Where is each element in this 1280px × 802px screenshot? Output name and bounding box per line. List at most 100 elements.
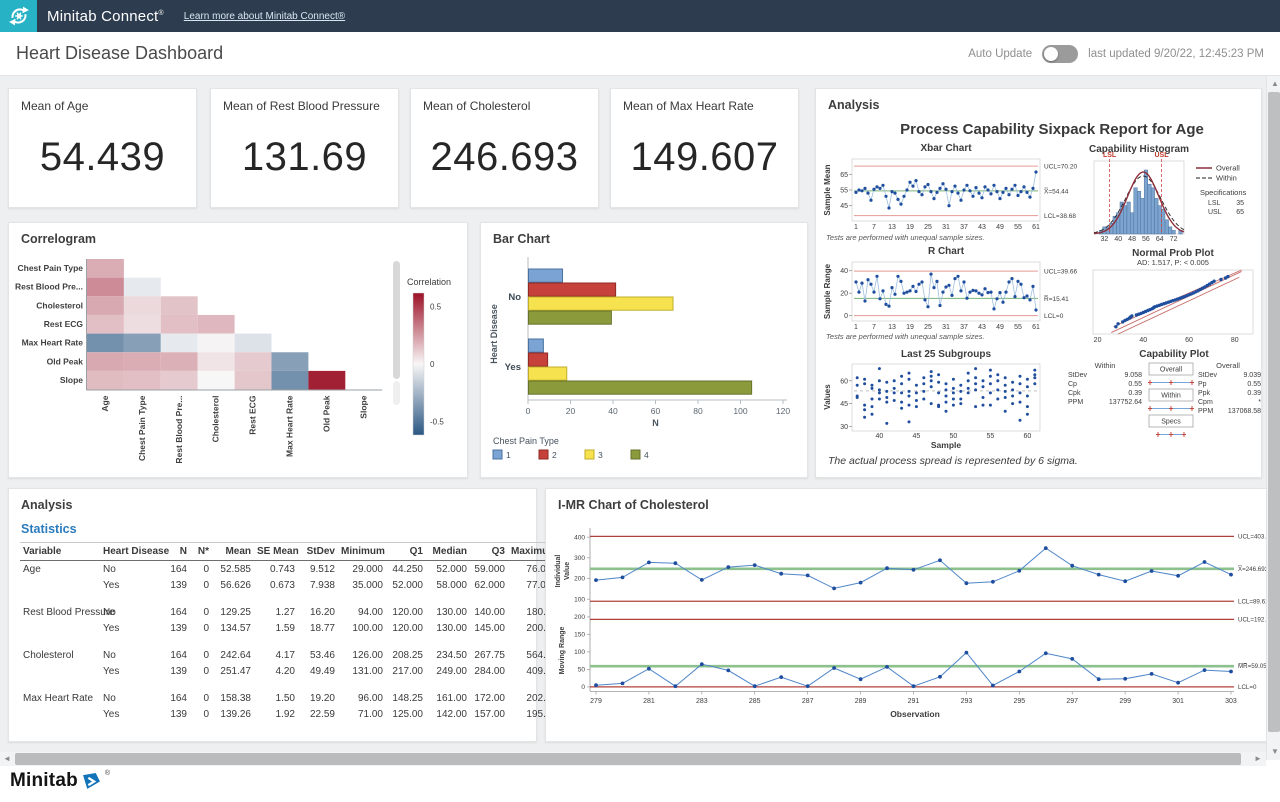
registered-mark: ® — [158, 10, 163, 17]
svg-text:USL: USL — [1208, 209, 1222, 216]
svg-text:32: 32 — [1100, 236, 1108, 243]
svg-text:31: 31 — [942, 324, 950, 331]
svg-text:Chest Pain Type: Chest Pain Type — [137, 395, 147, 461]
auto-update-toggle[interactable] — [1042, 45, 1078, 63]
svg-text:Chest Pain Type: Chest Pain Type — [18, 263, 84, 273]
svg-text:1: 1 — [854, 224, 858, 231]
kpi-value: 246.693 — [411, 135, 598, 180]
svg-text:120: 120 — [776, 406, 790, 416]
svg-text:40: 40 — [608, 406, 618, 416]
svg-text:297: 297 — [1066, 698, 1078, 705]
table-cell: 0.673 — [254, 577, 298, 593]
table-cell: 164 — [164, 561, 190, 578]
kpi-label: Mean of Max Heart Rate — [611, 89, 798, 113]
statistics-table: VariableHeart DiseaseNN*MeanSE MeanStDev… — [20, 542, 560, 722]
horizontal-scrollbar[interactable]: ◄ ► — [0, 752, 1266, 766]
table-cell: No — [100, 561, 164, 578]
svg-text:50: 50 — [950, 433, 958, 440]
correlogram-panel: Correlogram Chest Pain TypeRest Blood Pr… — [8, 222, 468, 478]
table-cell: 56.626 — [212, 577, 254, 593]
svg-text:Rest ECG: Rest ECG — [44, 319, 84, 329]
table-cell: Rest Blood Pressure — [20, 604, 100, 620]
svg-text:25: 25 — [924, 324, 932, 331]
table-cell: Yes — [100, 577, 164, 593]
svg-text:*: * — [1258, 399, 1261, 406]
svg-text:100: 100 — [574, 649, 585, 656]
table-cell: 7.938 — [298, 577, 338, 593]
svg-text:35: 35 — [1236, 200, 1244, 207]
table-row: AgeNo164052.5850.7439.51229.00044.25052.… — [20, 561, 560, 578]
svg-text:45: 45 — [912, 433, 920, 440]
correlogram-scrollbar-thumb[interactable] — [393, 261, 400, 379]
svg-text:20: 20 — [566, 406, 576, 416]
svg-text:StDev: StDev — [1198, 372, 1218, 379]
table-cell: 22.59 — [298, 706, 338, 722]
horizontal-scroll-thumb[interactable] — [15, 753, 1241, 765]
svg-text:Sample Mean: Sample Mean — [823, 164, 832, 215]
svg-text:60: 60 — [840, 378, 848, 385]
svg-text:293: 293 — [961, 698, 973, 705]
vertical-scroll-thumb[interactable] — [1268, 92, 1280, 732]
vertical-scrollbar[interactable]: ▲ ▼ — [1266, 76, 1280, 760]
svg-text:285: 285 — [749, 698, 761, 705]
scroll-up-arrow[interactable]: ▲ — [1271, 80, 1279, 88]
svg-text:289: 289 — [855, 698, 867, 705]
table-cell: 1.92 — [254, 706, 298, 722]
last-updated-text: last updated 9/20/22, 12:45:23 PM — [1088, 48, 1264, 60]
kpi-label: Mean of Rest Blood Pressure — [211, 89, 398, 113]
column-header: Mean — [212, 543, 254, 561]
svg-text:13: 13 — [888, 324, 896, 331]
svg-text:72: 72 — [1170, 236, 1178, 243]
svg-text:50: 50 — [578, 667, 586, 674]
panel-title: Analysis — [9, 489, 536, 512]
svg-text:Process Capability Sixpack Rep: Process Capability Sixpack Report for Ag… — [900, 121, 1204, 138]
svg-text:0.55: 0.55 — [1128, 381, 1142, 388]
learn-more-link[interactable]: Learn more about Minitab Connect® — [184, 11, 345, 22]
scroll-down-arrow[interactable]: ▼ — [1271, 748, 1279, 756]
registered-mark: ® — [105, 770, 110, 777]
scroll-left-arrow[interactable]: ◄ — [3, 755, 11, 763]
table-cell: 125.00 — [386, 706, 426, 722]
svg-text:R̅=15.41: R̅=15.41 — [1044, 295, 1069, 303]
kpi-label: Mean of Age — [9, 89, 196, 113]
table-cell: Cholesterol — [20, 647, 100, 663]
svg-text:100: 100 — [733, 406, 747, 416]
column-header: Median — [426, 543, 470, 561]
svg-text:Within: Within — [1161, 393, 1181, 400]
table-cell: 18.77 — [298, 620, 338, 636]
table-cell: 130.00 — [426, 604, 470, 620]
svg-text:20: 20 — [1094, 337, 1102, 344]
column-header: N* — [190, 543, 212, 561]
correlogram-heatmap: Chest Pain TypeRest Blood Pre...Choleste… — [9, 247, 469, 479]
svg-text:19: 19 — [906, 324, 914, 331]
svg-text:281: 281 — [643, 698, 655, 705]
svg-text:7: 7 — [872, 324, 876, 331]
table-row: Max Heart RateNo1640158.381.5019.2096.00… — [20, 690, 560, 706]
table-cell: 1.27 — [254, 604, 298, 620]
table-cell: Yes — [100, 706, 164, 722]
sixpack-analysis-panel: Analysis Process Capability Sixpack Repo… — [815, 88, 1262, 478]
svg-text:65: 65 — [1236, 209, 1244, 216]
svg-text:Cpm: Cpm — [1198, 399, 1213, 406]
svg-text:49: 49 — [996, 224, 1004, 231]
spacer-cell — [20, 636, 560, 647]
svg-text:287: 287 — [802, 698, 814, 705]
table-cell: 9.512 — [298, 561, 338, 578]
svg-text:Moving Range: Moving Range — [559, 626, 566, 674]
svg-text:25: 25 — [924, 224, 932, 231]
svg-text:20: 20 — [840, 291, 848, 298]
table-cell — [20, 663, 100, 679]
svg-text:UCL=39.66: UCL=39.66 — [1044, 269, 1077, 276]
table-cell: 35.000 — [338, 577, 386, 593]
table-cell: 4.17 — [254, 647, 298, 663]
svg-text:Values: Values — [823, 384, 832, 410]
table-cell: 53.46 — [298, 647, 338, 663]
svg-text:Within: Within — [1095, 361, 1116, 370]
svg-text:295: 295 — [1013, 698, 1025, 705]
table-cell: 0 — [190, 577, 212, 593]
svg-text:Last 25 Subgroups: Last 25 Subgroups — [901, 349, 991, 360]
svg-text:40: 40 — [840, 268, 848, 275]
scroll-right-arrow[interactable]: ► — [1254, 755, 1262, 763]
svg-text:Slope: Slope — [60, 375, 83, 385]
panel-title: I-MR Chart of Cholesterol — [546, 489, 1271, 512]
